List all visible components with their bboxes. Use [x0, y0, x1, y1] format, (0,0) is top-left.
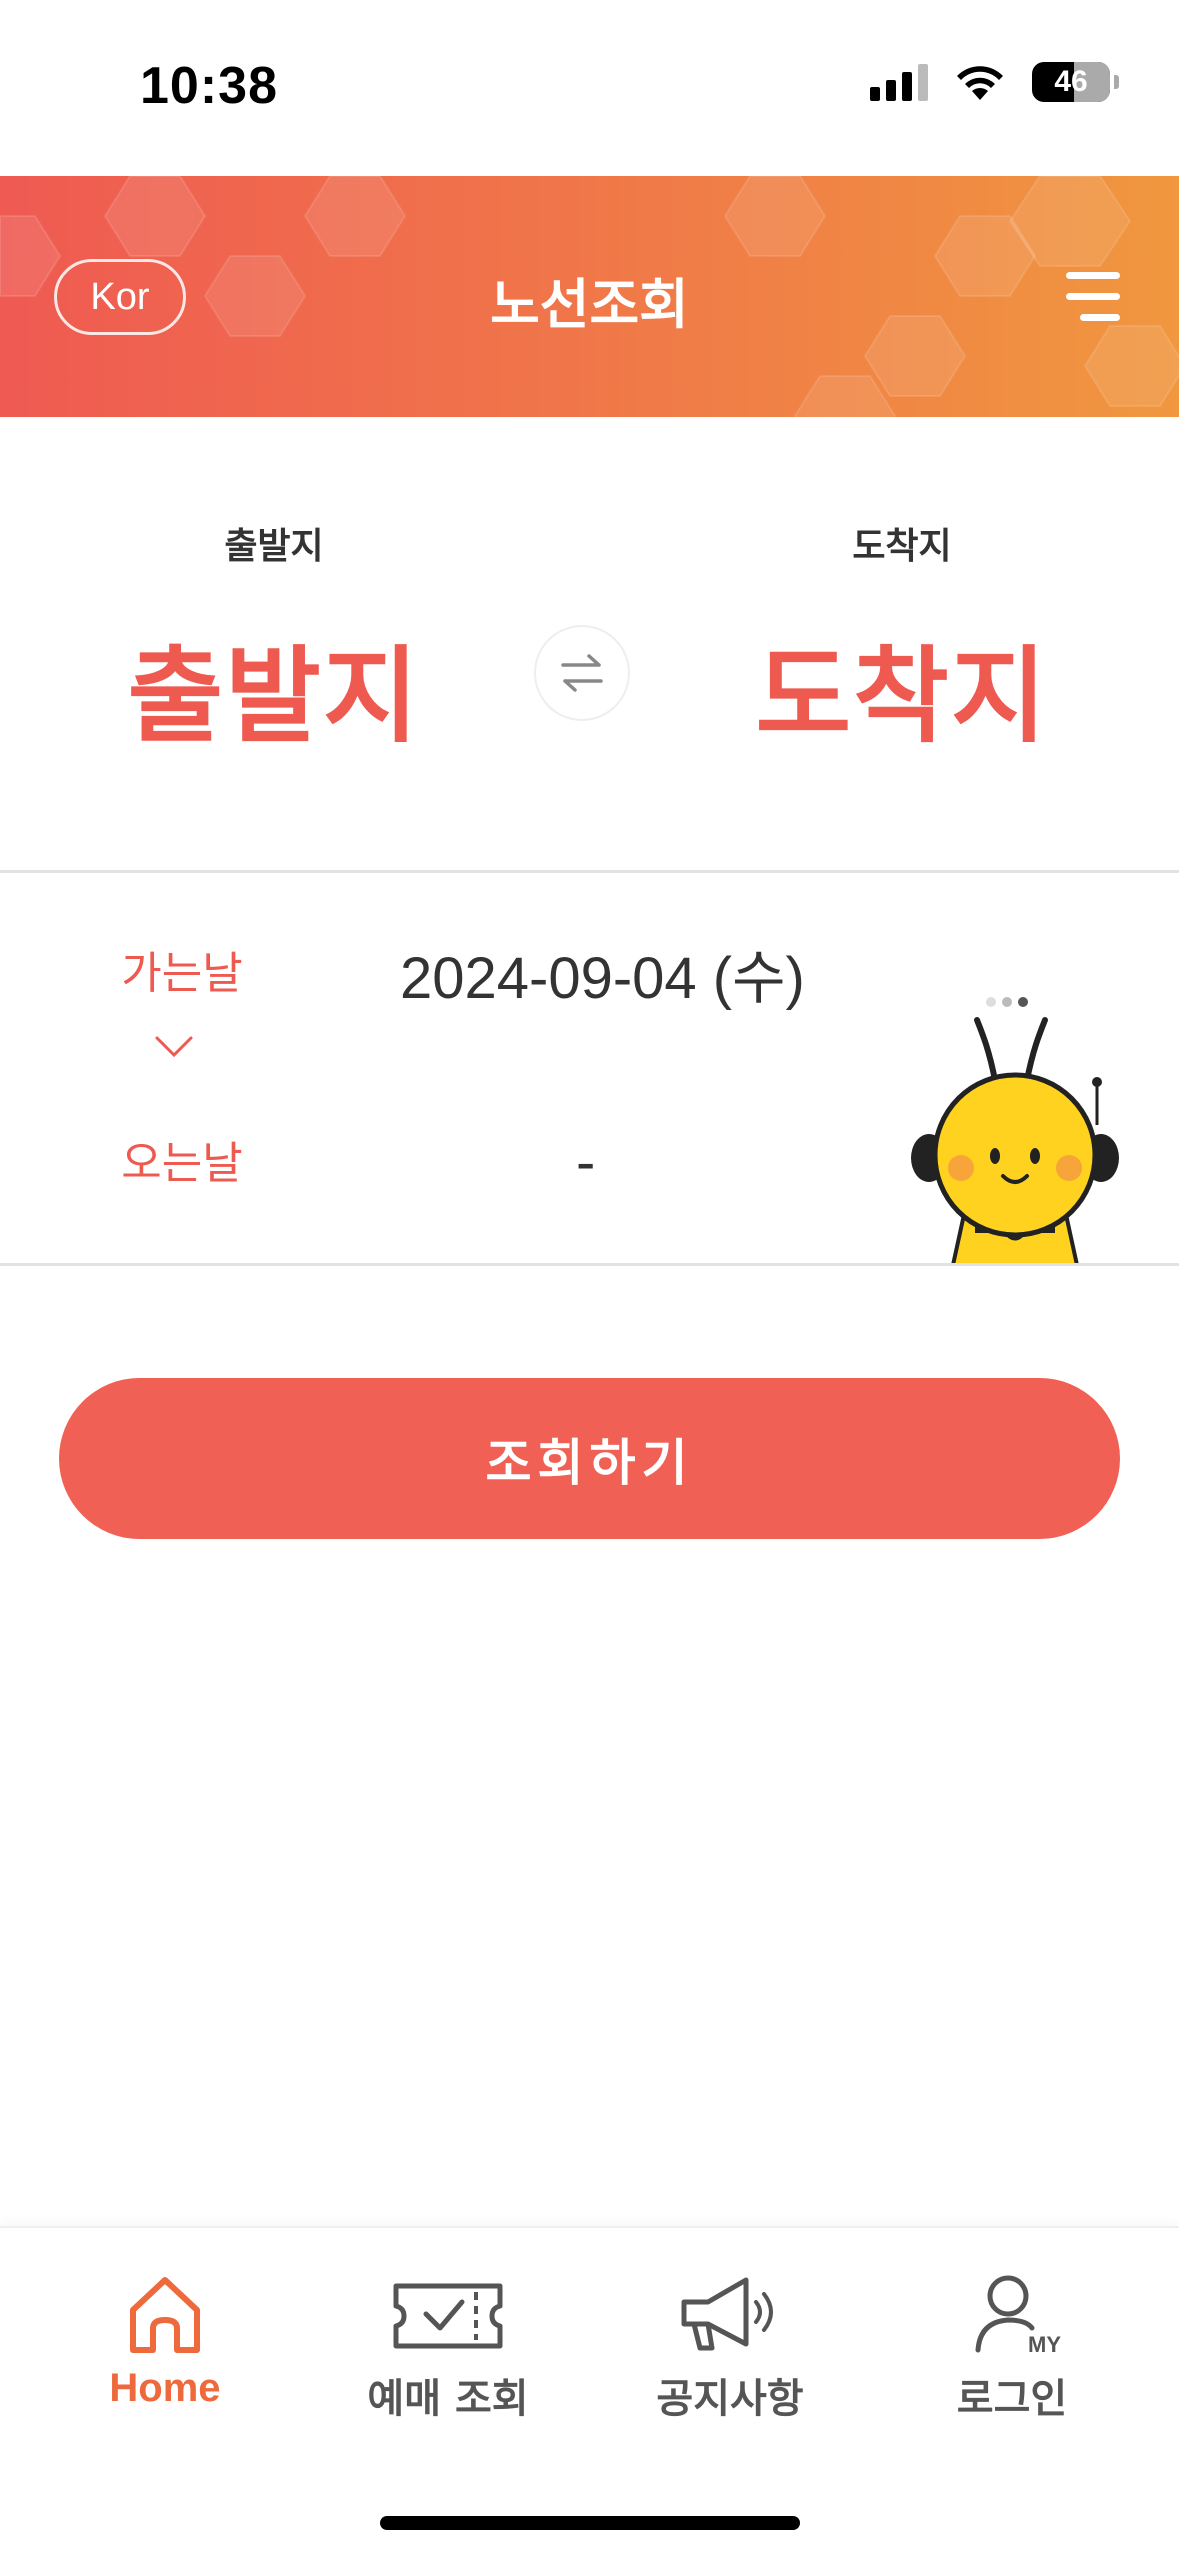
departure-caption: 출발지: [224, 526, 324, 567]
chevron-down-icon[interactable]: [154, 1035, 194, 1059]
arrival-selector[interactable]: 도착지 도착지: [712, 517, 1092, 762]
battery-icon: 46: [1032, 62, 1110, 102]
cellular-signal-icon: [870, 63, 928, 101]
home-icon: [130, 2277, 200, 2353]
date-selector: 가는날 2024-09-04 (수) 오는날 -: [0, 875, 1179, 1263]
tab-home-label: Home: [109, 2366, 221, 2410]
swap-route-button[interactable]: [534, 625, 630, 721]
bee-mascot-image: [911, 997, 1119, 1263]
depart-date-value[interactable]: 2024-09-04 (수): [400, 931, 805, 1015]
tab-notices[interactable]: 공지사항: [600, 2268, 860, 2424]
search-button[interactable]: 조회하기: [59, 1378, 1120, 1539]
ticket-icon: [393, 2283, 503, 2349]
tab-login[interactable]: MY 로그인: [882, 2268, 1142, 2424]
tab-login-label: 로그인: [956, 2376, 1068, 2422]
svg-text:MY: MY: [1028, 2332, 1061, 2357]
arrival-value[interactable]: 도착지: [712, 611, 1092, 762]
departure-selector[interactable]: 출발지 출발지: [84, 517, 464, 762]
status-time: 10:38: [140, 57, 278, 115]
home-indicator[interactable]: [380, 2516, 800, 2530]
status-bar: 10:38 46: [0, 0, 1179, 176]
return-date-value[interactable]: -: [576, 1129, 595, 1196]
tab-notices-label: 공지사항: [656, 2376, 804, 2422]
route-selector: 출발지 출발지 도착지 도착지: [0, 417, 1179, 872]
swap-arrows-icon: [561, 654, 603, 692]
status-icons: 46: [870, 62, 1119, 102]
tab-home[interactable]: Home: [35, 2268, 295, 2411]
arrival-caption: 도착지: [852, 526, 952, 567]
departure-value[interactable]: 출발지: [84, 611, 464, 762]
tab-reservation-label: 예매 조회: [367, 2376, 529, 2422]
page-title: 노선조회: [490, 273, 689, 336]
return-date-label[interactable]: 오는날: [100, 1127, 264, 1191]
wifi-icon: [957, 66, 1003, 100]
battery-level: 46: [1054, 65, 1088, 98]
depart-date-label[interactable]: 가는날: [100, 937, 264, 1001]
divider: [0, 870, 1179, 873]
menu-icon[interactable]: [1060, 272, 1120, 328]
app-header: Kor 노선조회: [0, 176, 1179, 417]
divider: [0, 1263, 1179, 1266]
bottom-tab-bar: Home 예매 조회 공지사항 MY 로그인: [0, 2226, 1179, 2556]
user-my-icon: MY: [975, 2275, 1061, 2357]
tab-reservation-check[interactable]: 예매 조회: [318, 2268, 578, 2424]
megaphone-icon: [681, 2277, 773, 2351]
